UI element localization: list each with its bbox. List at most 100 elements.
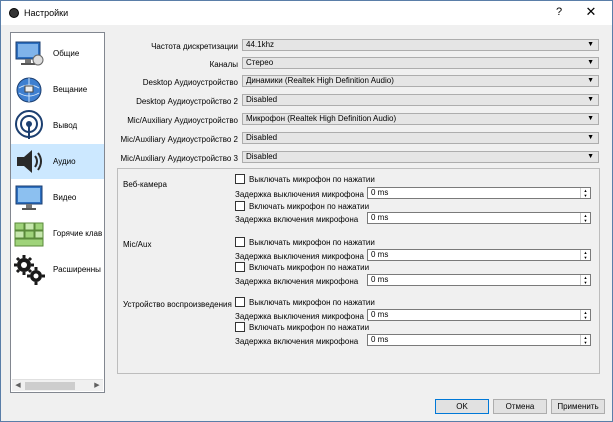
title-bar: Настройки ? ✕: [1, 1, 612, 25]
mic-audio-label: Mic/Auxiliary Аудиоустройство: [127, 116, 238, 125]
sidebar-item-hotkeys[interactable]: Горячие клав: [11, 216, 104, 251]
window-title: Настройки: [24, 8, 69, 18]
delay-value: 0 ms: [371, 188, 389, 197]
antenna-signal-icon: [15, 110, 43, 139]
mic-audio-3-value: Disabled: [246, 152, 278, 161]
webcam-push-to-talk-checkbox[interactable]: [235, 201, 245, 211]
push-to-mute-delay-label: Задержка выключения микрофона: [235, 312, 364, 321]
keyboard-icon: [14, 222, 44, 247]
channels-value: Стерео: [246, 58, 274, 67]
sidebar-item-label: Расширенны: [53, 265, 101, 274]
chevron-down-icon: ▼: [587, 59, 594, 66]
mic-mute-delay-input[interactable]: 0 ms ▲ ▼: [367, 249, 591, 261]
chevron-down-icon: ▼: [587, 77, 594, 84]
sidebar-item-label: Вывод: [53, 121, 78, 130]
sidebar-item-label: Вещание: [53, 85, 88, 94]
push-to-talk-delay-label: Задержка включения микрофона: [235, 215, 359, 224]
playback-push-to-talk-checkbox[interactable]: [235, 322, 245, 332]
sidebar-item-label: Видео: [53, 193, 77, 202]
delay-value: 0 ms: [371, 335, 389, 344]
scrollbar-thumb[interactable]: [25, 382, 75, 390]
sidebar-item-output[interactable]: Вывод: [11, 108, 104, 143]
mic-audio-2-label: Mic/Auxiliary Аудиоустройство 2: [120, 135, 238, 144]
push-to-mute-label: Выключать микрофон по нажатии: [249, 238, 375, 247]
scroll-right-icon[interactable]: ▶: [92, 381, 102, 391]
webcam-talk-delay-input[interactable]: 0 ms ▲ ▼: [367, 212, 591, 224]
mic-audio-3-label: Mic/Auxiliary Аудиоустройство 3: [120, 154, 238, 163]
hotkeys-group: Веб-камера Выключать микрофон по нажатии…: [117, 168, 600, 374]
spin-arrows-icon[interactable]: ▲ ▼: [580, 310, 590, 320]
spin-arrows-icon[interactable]: ▲ ▼: [580, 250, 590, 260]
settings-sidebar: Общие Вещание Вывод Аудио Видео Горячие …: [10, 32, 105, 393]
close-button[interactable]: ✕: [579, 4, 603, 20]
scroll-left-icon[interactable]: ◀: [13, 381, 23, 391]
webcam-push-to-mute-checkbox[interactable]: [235, 174, 245, 184]
push-to-mute-label: Выключать микрофон по нажатии: [249, 298, 375, 307]
spin-arrows-icon[interactable]: ▲ ▼: [580, 213, 590, 223]
monitor-gear-icon: [15, 41, 44, 66]
chevron-down-icon: ▼: [587, 153, 594, 160]
sidebar-item-video[interactable]: Видео: [11, 180, 104, 215]
mic-audio-2-value: Disabled: [246, 133, 278, 142]
cancel-button[interactable]: Отмена: [493, 399, 547, 414]
channels-label: Каналы: [209, 60, 238, 69]
speaker-icon: [17, 150, 42, 173]
desktop-audio-value: Динамики (Realtek High Definition Audio): [246, 76, 394, 85]
push-to-talk-delay-label: Задержка включения микрофона: [235, 277, 359, 286]
chevron-down-icon: ▼: [587, 115, 594, 122]
playback-push-to-mute-checkbox[interactable]: [235, 297, 245, 307]
mic-audio-3-select[interactable]: Disabled ▼: [242, 151, 599, 163]
mic-push-to-talk-checkbox[interactable]: [235, 262, 245, 272]
channels-select[interactable]: Стерео ▼: [242, 57, 599, 69]
sidebar-item-label: Горячие клав: [53, 229, 103, 238]
push-to-talk-delay-label: Задержка включения микрофона: [235, 337, 359, 346]
sidebar-item-audio[interactable]: Аудио: [11, 144, 104, 179]
playback-device-group-label: Устройство воспроизведения: [123, 300, 232, 309]
delay-value: 0 ms: [371, 250, 389, 259]
spin-arrows-icon[interactable]: ▲ ▼: [580, 275, 590, 285]
push-to-talk-label: Включать микрофон по нажатии: [249, 263, 370, 272]
apply-button[interactable]: Применить: [551, 399, 605, 414]
desktop-audio-select[interactable]: Динамики (Realtek High Definition Audio)…: [242, 75, 599, 87]
delay-value: 0 ms: [371, 213, 389, 222]
chevron-down-icon: ▼: [587, 41, 594, 48]
sample-rate-label: Частота дискретизации: [151, 42, 238, 51]
sidebar-item-label: Общие: [53, 49, 80, 58]
sidebar-item-stream[interactable]: Вещание: [11, 72, 104, 107]
webcam-group-label: Веб-камера: [123, 180, 167, 189]
mic-talk-delay-input[interactable]: 0 ms ▲ ▼: [367, 274, 591, 286]
settings-window: Настройки ? ✕ Общие Вещание Вывод Аудио …: [0, 0, 613, 422]
mic-audio-2-select[interactable]: Disabled ▼: [242, 132, 599, 144]
chevron-down-icon: ▼: [587, 134, 594, 141]
webcam-mute-delay-input[interactable]: 0 ms ▲ ▼: [367, 187, 591, 199]
desktop-audio-2-label: Desktop Аудиоустройство 2: [136, 97, 238, 106]
sidebar-item-general[interactable]: Общие: [11, 36, 104, 71]
spin-arrows-icon[interactable]: ▲ ▼: [580, 335, 590, 345]
push-to-talk-label: Включать микрофон по нажатии: [249, 323, 370, 332]
display-icon: [15, 185, 43, 210]
push-to-mute-label: Выключать микрофон по нажатии: [249, 175, 375, 184]
globe-broadcast-icon: [16, 77, 42, 103]
mic-push-to-mute-checkbox[interactable]: [235, 237, 245, 247]
mic-aux-group-label: Mic/Aux: [123, 240, 152, 249]
playback-mute-delay-input[interactable]: 0 ms ▲ ▼: [367, 309, 591, 321]
chevron-down-icon: ▼: [587, 96, 594, 103]
sidebar-item-label: Аудио: [53, 157, 76, 166]
delay-value: 0 ms: [371, 310, 389, 319]
spin-arrows-icon[interactable]: ▲ ▼: [580, 188, 590, 198]
push-to-mute-delay-label: Задержка выключения микрофона: [235, 190, 364, 199]
playback-talk-delay-input[interactable]: 0 ms ▲ ▼: [367, 334, 591, 346]
ok-button[interactable]: OK: [435, 399, 489, 414]
desktop-audio-label: Desktop Аудиоустройство: [142, 78, 238, 87]
obs-app-icon: [9, 8, 19, 18]
mic-audio-select[interactable]: Микрофон (Realtek High Definition Audio)…: [242, 113, 599, 125]
sample-rate-select[interactable]: 44.1khz ▼: [242, 39, 599, 51]
help-button[interactable]: ?: [556, 6, 562, 18]
gears-icon: [14, 255, 45, 285]
sidebar-item-advanced[interactable]: Расширенны: [11, 252, 104, 287]
push-to-mute-delay-label: Задержка выключения микрофона: [235, 252, 364, 261]
sidebar-horizontal-scrollbar[interactable]: ◀ ▶: [12, 379, 103, 391]
desktop-audio-2-value: Disabled: [246, 95, 278, 104]
push-to-talk-label: Включать микрофон по нажатии: [249, 202, 370, 211]
desktop-audio-2-select[interactable]: Disabled ▼: [242, 94, 599, 106]
